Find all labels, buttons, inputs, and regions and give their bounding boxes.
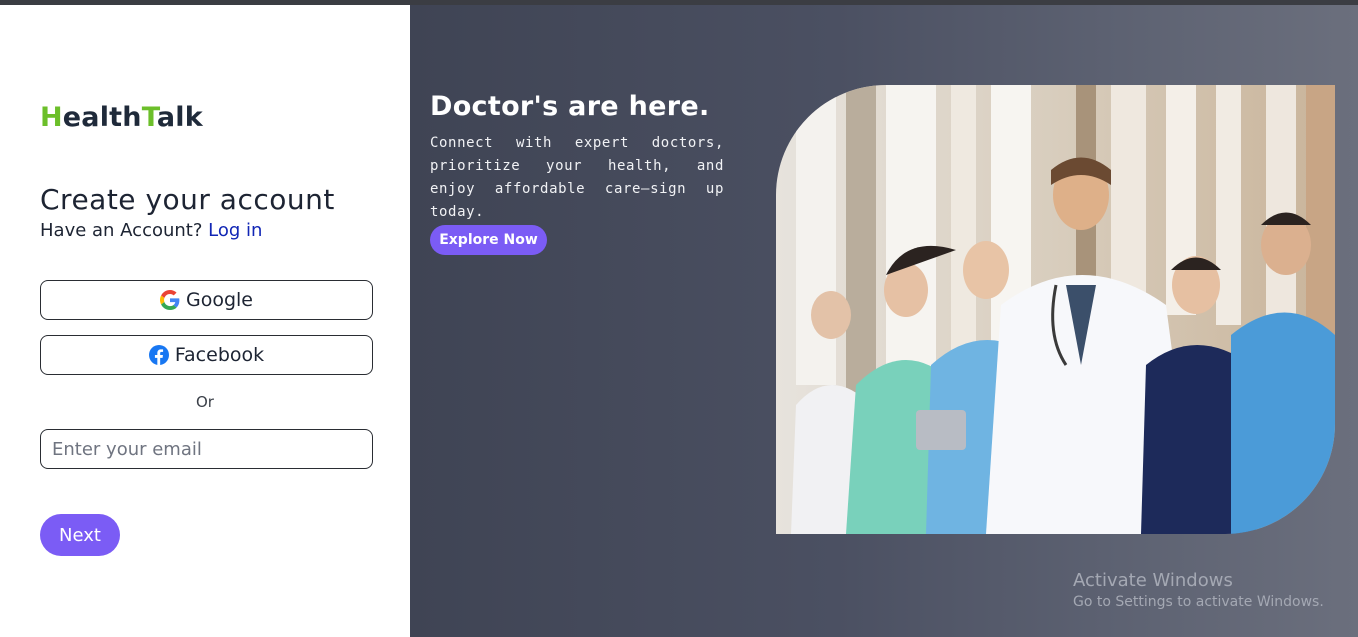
facebook-icon xyxy=(148,345,169,365)
or-divider: Or xyxy=(0,393,410,411)
hero-panel: Doctor's are here. Connect with expert d… xyxy=(410,5,1358,637)
healthtalk-logo[interactable]: HealthTalk xyxy=(40,102,203,133)
facebook-signup-button[interactable]: Facebook xyxy=(40,335,373,375)
page-title: Create your account xyxy=(40,183,335,216)
or-text: Or xyxy=(196,393,214,411)
logo-letter-t: T xyxy=(141,102,157,133)
logo-letter-h: H xyxy=(40,102,63,133)
next-button[interactable]: Next xyxy=(40,514,120,556)
google-signup-button[interactable]: Google xyxy=(40,280,373,320)
have-account-line: Have an Account? Log in xyxy=(40,220,262,241)
signup-panel: HealthTalk Create your account Have an A… xyxy=(0,5,410,637)
watermark-title: Activate Windows xyxy=(1073,570,1233,591)
hero-title: Doctor's are here. xyxy=(430,91,710,122)
have-account-text: Have an Account? xyxy=(40,220,203,241)
facebook-button-label: Facebook xyxy=(174,344,265,366)
doctors-team-photo xyxy=(776,85,1335,534)
watermark-subtitle: Go to Settings to activate Windows. xyxy=(1073,594,1324,610)
logo-text-ealth: ealth xyxy=(62,102,142,133)
google-icon xyxy=(159,290,180,310)
hero-description: Connect with expert doctors, prioritize … xyxy=(430,135,724,220)
email-input[interactable] xyxy=(40,429,373,469)
explore-now-button[interactable]: Explore Now xyxy=(430,225,547,255)
login-link[interactable]: Log in xyxy=(208,220,262,241)
logo-text-alk: alk xyxy=(156,102,203,133)
google-button-label: Google xyxy=(185,289,253,311)
activate-windows-watermark: Activate Windows Go to Settings to activ… xyxy=(1073,570,1324,610)
